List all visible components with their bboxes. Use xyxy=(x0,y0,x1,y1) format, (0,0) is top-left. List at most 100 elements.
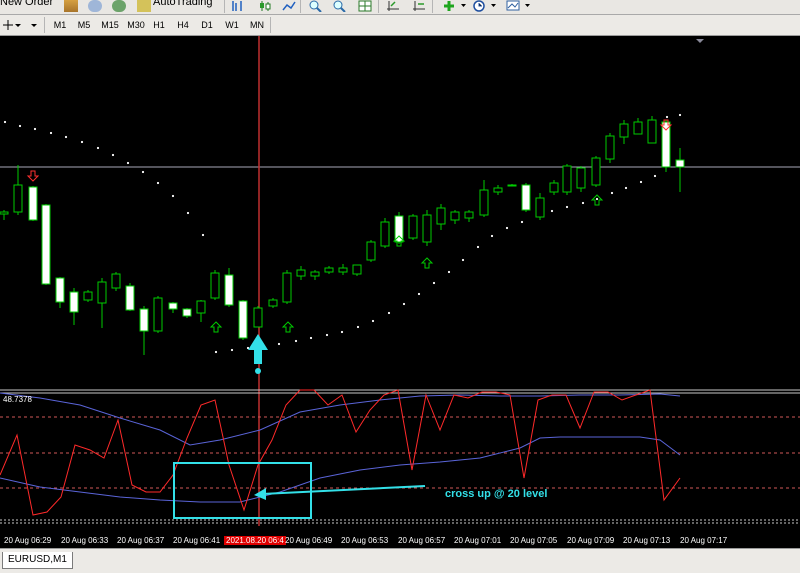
sar-dot xyxy=(550,209,554,213)
lower-band-line xyxy=(0,436,681,503)
time-label: 20 Aug 06:29 xyxy=(4,536,52,545)
zoom-out-icon[interactable] xyxy=(332,0,346,12)
account-icon[interactable] xyxy=(88,0,102,12)
sar-dot xyxy=(214,350,218,354)
timeframe-m5[interactable]: M5 xyxy=(74,18,94,32)
sar-dot xyxy=(371,319,375,323)
chevron-down-icon[interactable] xyxy=(460,0,467,12)
bar-chart-icon[interactable] xyxy=(230,0,244,12)
candle-body xyxy=(111,273,121,289)
candle-body xyxy=(521,184,531,211)
crosshair-cursor-icon[interactable] xyxy=(2,19,14,31)
timeframe-h1[interactable]: H1 xyxy=(150,18,168,32)
indicator-value-label: 48.7378 xyxy=(3,395,32,404)
dropdown-arrow-icon[interactable] xyxy=(30,19,38,31)
line-chart-icon[interactable] xyxy=(282,0,296,12)
candle-body xyxy=(253,307,263,328)
candle-body xyxy=(97,281,107,304)
sar-dot xyxy=(581,201,585,205)
sar-dot xyxy=(340,330,344,334)
candle-body xyxy=(55,277,65,303)
time-label: 20 Aug 06:49 xyxy=(285,536,333,545)
chevron-down-icon[interactable] xyxy=(490,0,497,12)
candle-body xyxy=(238,300,248,339)
chart-shift-icon[interactable] xyxy=(412,0,426,12)
market-watch-icon[interactable] xyxy=(64,0,78,12)
candle-body xyxy=(464,211,474,219)
toolbar-separator xyxy=(432,0,433,13)
periods-clock-icon[interactable] xyxy=(472,0,486,12)
candle-body xyxy=(535,197,545,218)
candle-body xyxy=(210,272,220,299)
time-label: 20 Aug 07:09 xyxy=(567,536,615,545)
timeframe-h4[interactable]: H4 xyxy=(174,18,192,32)
candle-body xyxy=(224,274,234,306)
candle-body xyxy=(576,167,586,189)
candle-body xyxy=(296,269,306,277)
big-up-arrow-icon xyxy=(248,334,268,364)
candle-body xyxy=(125,285,135,311)
sar-dot xyxy=(96,146,100,150)
sar-dot xyxy=(325,333,329,337)
tile-windows-icon[interactable] xyxy=(358,0,372,12)
candle-body xyxy=(479,189,489,216)
candle-body xyxy=(282,272,292,303)
sar-dot xyxy=(490,234,494,238)
candle-body xyxy=(493,187,503,193)
timeframe-m15[interactable]: M15 xyxy=(98,18,122,32)
candle-body xyxy=(153,297,163,332)
templates-icon[interactable] xyxy=(506,0,520,12)
time-axis: 20 Aug 06:29 20 Aug 06:33 20 Aug 06:37 2… xyxy=(0,526,800,548)
time-label: 20 Aug 06:37 xyxy=(117,536,165,545)
parabolic-sar-dots xyxy=(3,113,682,354)
toolbar-separator xyxy=(224,0,225,13)
sar-dot xyxy=(624,186,628,190)
sar-dot xyxy=(565,205,569,209)
time-label: 20 Aug 06:41 xyxy=(173,536,221,545)
toolbar-separator xyxy=(300,0,301,13)
candle-body xyxy=(324,267,334,273)
indicators-icon[interactable] xyxy=(442,0,456,12)
toolbar-separator xyxy=(378,0,379,13)
chevron-down-icon[interactable] xyxy=(14,19,22,31)
sar-dot xyxy=(156,181,160,185)
sar-dot xyxy=(447,270,451,274)
auto-scroll-icon[interactable] xyxy=(386,0,400,12)
timeframe-d1[interactable]: D1 xyxy=(198,18,216,32)
timeframe-m30[interactable]: M30 xyxy=(124,18,148,32)
candle-body xyxy=(352,264,362,275)
candle-body xyxy=(422,214,432,243)
chart-tab-eurusd-m1[interactable]: EURUSD,M1 xyxy=(2,552,73,569)
timeframe-w1[interactable]: W1 xyxy=(222,18,242,32)
up-arrow-icon xyxy=(281,321,295,333)
time-label: 20 Aug 06:57 xyxy=(398,536,446,545)
sar-dot xyxy=(126,161,130,165)
crosshair-time-label: 2021.08.20 06:4 xyxy=(224,536,286,545)
candle-body xyxy=(69,291,79,313)
timeframe-mn[interactable]: MN xyxy=(247,18,267,32)
globe-icon[interactable] xyxy=(112,0,126,12)
sar-dot xyxy=(417,292,421,296)
sar-dot xyxy=(80,140,84,144)
main-toolbar: New Order AutoTrading xyxy=(0,0,800,15)
sar-dot xyxy=(505,226,509,230)
candle-body xyxy=(408,215,418,239)
sar-dot xyxy=(186,211,190,215)
candle-body xyxy=(605,135,615,160)
sar-dot xyxy=(294,339,298,343)
sar-dot xyxy=(111,153,115,157)
candle-body xyxy=(549,182,559,193)
chevron-down-icon[interactable] xyxy=(524,0,531,12)
timeframe-m1[interactable]: M1 xyxy=(50,18,70,32)
sar-dot xyxy=(476,245,480,249)
candle-body xyxy=(675,159,685,168)
new-order-button[interactable]: New Order xyxy=(0,0,53,8)
toolbar-separator xyxy=(44,17,45,33)
sar-dot xyxy=(49,131,53,135)
candlestick-chart-icon[interactable] xyxy=(258,0,272,12)
auto-trading-icon[interactable] xyxy=(137,0,151,12)
auto-trading-button[interactable]: AutoTrading xyxy=(153,0,213,8)
zoom-in-icon[interactable] xyxy=(308,0,322,12)
price-chart[interactable] xyxy=(0,36,800,526)
sar-dot xyxy=(201,233,205,237)
